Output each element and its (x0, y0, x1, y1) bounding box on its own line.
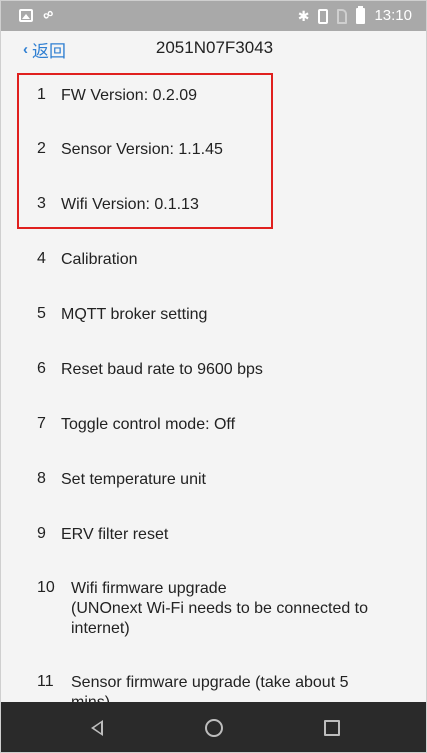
image-icon (19, 8, 33, 22)
item-number: 8 (37, 470, 46, 487)
nav-home-icon[interactable] (202, 716, 226, 740)
item-number: 11 (37, 673, 54, 690)
version-highlight-box (17, 73, 273, 229)
item-label: Set temperature unit (61, 471, 206, 488)
item-number: 9 (37, 525, 46, 542)
bluetooth-icon: ✱ (297, 8, 310, 24)
item-number: 10 (37, 579, 55, 596)
page-title: 2051N07F3043 (155, 38, 274, 57)
item-number: 4 (37, 250, 46, 267)
navigation-bar (1, 702, 426, 752)
list-item-temperature-unit[interactable]: 8 Set temperature unit (1, 470, 426, 490)
status-time: 13:10 (374, 7, 412, 24)
header: ‹ 返回 2051N07F3043 (1, 31, 426, 65)
item-label: ERV filter reset (61, 526, 169, 543)
battery-icon (356, 6, 366, 24)
item-number: 6 (37, 360, 46, 377)
nav-recent-apps-icon[interactable] (320, 716, 344, 740)
status-bar: ∞ ✱ 13:10 (1, 1, 426, 31)
list-item-wifi-firmware-upgrade[interactable]: 10 Wifi firmware upgrade (UNOnext Wi-Fi … (1, 579, 426, 639)
list-item-toggle-control-mode[interactable]: 7 Toggle control mode: Off (1, 415, 426, 435)
item-label: Calibration (61, 251, 138, 268)
item-label: Wifi firmware upgrade (UNOnext Wi-Fi nee… (71, 580, 369, 637)
item-label: MQTT broker setting (61, 306, 208, 323)
screen: ∞ ✱ 13:10 ‹ 返回 2051N07F3043 1 FW Version… (0, 0, 427, 753)
item-number: 5 (37, 305, 46, 322)
link-icon: ∞ (39, 4, 57, 25)
item-label: Reset baud rate to 9600 bps (61, 361, 263, 378)
item-label: Toggle control mode: Off (61, 416, 236, 433)
list-item-calibration[interactable]: 4 Calibration (1, 250, 426, 270)
vibrate-icon (318, 8, 329, 24)
list-item-reset-baud-rate[interactable]: 6 Reset baud rate to 9600 bps (1, 360, 426, 380)
nav-back-icon[interactable] (85, 716, 109, 740)
item-number: 7 (37, 415, 46, 432)
list-item-mqtt-broker[interactable]: 5 MQTT broker setting (1, 305, 426, 325)
list-item-erv-filter-reset[interactable]: 9 ERV filter reset (1, 525, 426, 545)
sim-icon (337, 8, 348, 24)
